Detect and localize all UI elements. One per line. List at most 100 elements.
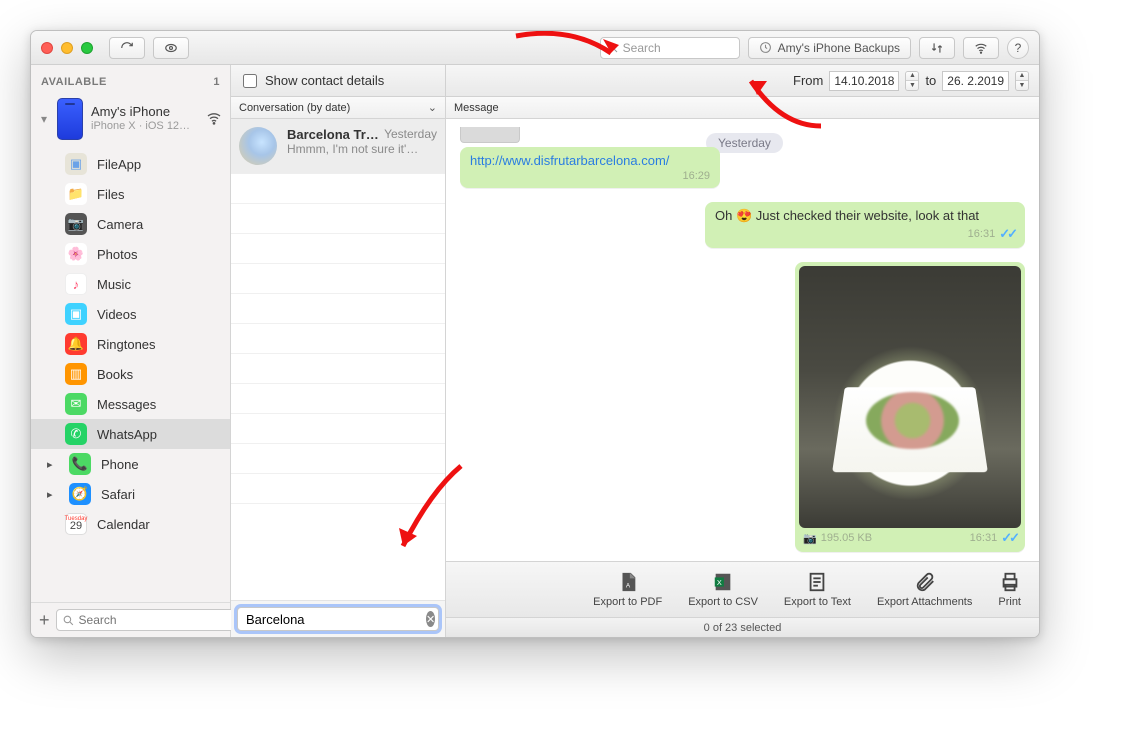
sidebar-item-safari[interactable]: ▸🧭Safari — [31, 479, 230, 509]
sidebar-header-count: 1 — [213, 76, 220, 88]
message-time: 16:29 — [682, 170, 710, 182]
wifi-button[interactable] — [963, 37, 999, 59]
conversation-list: Barcelona Tr… Yesterday Hmmm, I'm not su… — [231, 119, 445, 600]
sidebar-item-videos[interactable]: ▣Videos — [31, 299, 230, 329]
conversation-avatar — [239, 127, 277, 165]
column-header-label: Message — [454, 102, 499, 114]
column-header-label: Conversation (by date) — [239, 102, 350, 114]
photo-attachment[interactable] — [799, 266, 1021, 528]
global-search-field[interactable]: Search — [600, 37, 740, 59]
sidebar-item-label: Videos — [97, 307, 137, 322]
conversation-search-bar: ✕ — [231, 600, 445, 637]
transfer-button[interactable] — [919, 37, 955, 59]
message-bubble-link[interactable]: http://www.disfrutarbarcelona.com/ 16:29 — [460, 147, 720, 188]
sidebar-search-input[interactable] — [56, 609, 255, 631]
export-text-button[interactable]: Export to Text — [784, 571, 851, 608]
sidebar-item-label: Calendar — [97, 517, 150, 532]
minimize-window-button[interactable] — [61, 42, 73, 54]
sidebar-item-fileapp[interactable]: ▣FileApp — [31, 149, 230, 179]
sidebar-item-label: Messages — [97, 397, 156, 412]
search-placeholder: Search — [623, 41, 661, 55]
sidebar-item-whatsapp[interactable]: ✆WhatsApp — [31, 419, 230, 449]
sidebar-item-label: FileApp — [97, 157, 141, 172]
to-date-stepper[interactable]: ▲▼ — [1015, 71, 1029, 91]
conversation-snippet: Hmmm, I'm not sure it'… — [287, 142, 437, 156]
camera-icon: 📷 — [803, 532, 817, 545]
zoom-window-button[interactable] — [81, 42, 93, 54]
chevron-down-icon: ▾ — [39, 112, 49, 126]
photo-size: 195.05 KB — [821, 532, 872, 544]
to-label: to — [925, 73, 936, 88]
message-time: 16:31 — [968, 228, 996, 240]
sidebar-section-header: AVAILABLE 1 — [31, 70, 230, 94]
app-window: Search Amy's iPhone Backups ? AVAILABLE … — [30, 30, 1040, 638]
message-link[interactable]: http://www.disfrutarbarcelona.com/ — [470, 153, 669, 168]
status-bar: 0 of 23 selected — [446, 617, 1039, 637]
export-attachments-button[interactable]: Export Attachments — [877, 571, 972, 608]
sidebar-item-label: Ringtones — [97, 337, 156, 352]
chat-area[interactable]: Yesterday http://www.disfrutarbarcelona.… — [446, 119, 1039, 561]
sidebar: AVAILABLE 1 ▾ Amy's iPhone iPhone X · iO… — [31, 65, 231, 637]
sidebar-item-calendar[interactable]: Tuesday29Calendar — [31, 509, 230, 539]
sidebar-item-messages[interactable]: ✉Messages — [31, 389, 230, 419]
conversation-column: Show contact details Conversation (by da… — [231, 65, 446, 637]
device-name: Amy's iPhone — [91, 105, 190, 120]
from-date-field[interactable]: 14.10.2018 — [829, 71, 899, 91]
backups-dropdown[interactable]: Amy's iPhone Backups — [748, 37, 911, 59]
attachment-stub — [460, 127, 520, 143]
svg-text:A: A — [626, 583, 631, 590]
sidebar-header-label: AVAILABLE — [41, 76, 107, 88]
titlebar: Search Amy's iPhone Backups ? — [31, 31, 1039, 65]
message-bubble-photo[interactable]: 📷195.05 KB 16:31✓✓ — [795, 262, 1025, 552]
sidebar-item-label: Files — [97, 187, 124, 202]
conversation-item[interactable]: Barcelona Tr… Yesterday Hmmm, I'm not su… — [231, 119, 445, 174]
message-column-header[interactable]: Message — [446, 97, 1039, 119]
help-button[interactable]: ? — [1007, 37, 1029, 59]
sidebar-item-label: Music — [97, 277, 131, 292]
window-controls — [41, 42, 93, 54]
sidebar-item-photos[interactable]: 🌸Photos — [31, 239, 230, 269]
conversation-search-input[interactable] — [242, 612, 426, 627]
conversation-column-header[interactable]: Conversation (by date) ⌄ — [231, 97, 445, 119]
wifi-icon — [206, 110, 222, 129]
sidebar-item-label: Camera — [97, 217, 143, 232]
svg-text:X: X — [717, 578, 722, 587]
sidebar-item-camera[interactable]: 📷Camera — [31, 209, 230, 239]
sidebar-item-music[interactable]: ♪Music — [31, 269, 230, 299]
to-date-value: 26. 2.2019 — [947, 74, 1004, 88]
sidebar-item-ringtones[interactable]: 🔔Ringtones — [31, 329, 230, 359]
from-label: From — [793, 73, 823, 88]
action-label: Export to Text — [784, 596, 851, 608]
conversation-date: Yesterday — [384, 127, 437, 142]
export-csv-button[interactable]: X Export to CSV — [688, 571, 758, 608]
message-bubble-text[interactable]: Oh 😍 Just checked their website, look at… — [705, 202, 1025, 248]
sidebar-footer: + — [31, 602, 230, 637]
chevron-right-icon: ▸ — [47, 458, 59, 471]
chat-column: From 14.10.2018 ▲▼ to 26. 2.2019 ▲▼ Mess… — [446, 65, 1039, 637]
from-date-value: 14.10.2018 — [834, 74, 894, 88]
conversation-search-field[interactable]: ✕ — [237, 607, 439, 631]
export-action-bar: A Export to PDF X Export to CSV Export t… — [446, 561, 1039, 617]
device-row[interactable]: ▾ Amy's iPhone iPhone X · iOS 12… — [31, 94, 230, 144]
refresh-button[interactable] — [109, 37, 145, 59]
sidebar-item-label: Photos — [97, 247, 137, 262]
device-thumbnail — [57, 98, 83, 140]
status-text: 0 of 23 selected — [704, 622, 782, 634]
sidebar-item-books[interactable]: ▥Books — [31, 359, 230, 389]
export-pdf-button[interactable]: A Export to PDF — [593, 571, 662, 608]
close-window-button[interactable] — [41, 42, 53, 54]
chevron-down-icon: ⌄ — [428, 101, 437, 114]
to-date-field[interactable]: 26. 2.2019 — [942, 71, 1009, 91]
contact-options-bar: Show contact details — [231, 65, 446, 97]
sidebar-item-files[interactable]: 📁Files — [31, 179, 230, 209]
conversation-title: Barcelona Tr… — [287, 127, 379, 142]
sidebar-item-phone[interactable]: ▸📞Phone — [31, 449, 230, 479]
sidebar-item-label: Phone — [101, 457, 139, 472]
add-button[interactable]: + — [39, 609, 50, 631]
preview-button[interactable] — [153, 37, 189, 59]
clear-search-button[interactable]: ✕ — [426, 611, 435, 627]
read-ticks-icon: ✓✓ — [1001, 530, 1017, 546]
from-date-stepper[interactable]: ▲▼ — [905, 71, 919, 91]
show-contact-checkbox[interactable] — [243, 74, 257, 88]
print-button[interactable]: Print — [998, 571, 1021, 608]
